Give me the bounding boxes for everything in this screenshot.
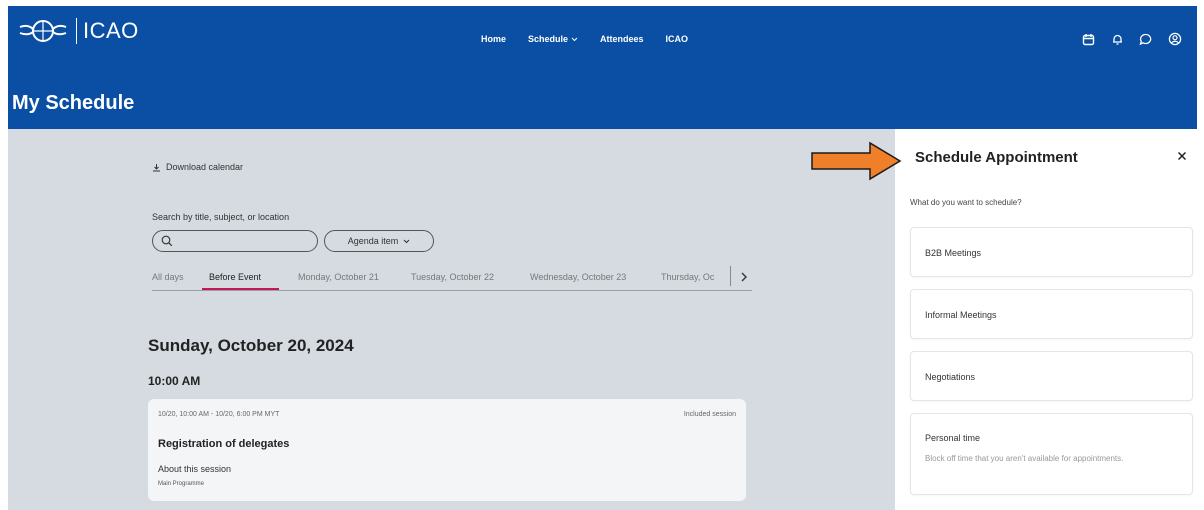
nav-schedule[interactable]: Schedule [528, 34, 578, 44]
close-icon[interactable] [1175, 149, 1189, 163]
tab-wednesday[interactable]: Wednesday, October 23 [530, 272, 626, 282]
day-tabs: All days Before Event Monday, October 21… [152, 266, 752, 291]
tabs-divider [730, 266, 731, 286]
schedule-appointment-panel: Schedule Appointment What do you want to… [895, 129, 1197, 510]
option-label: Negotiations [925, 372, 976, 382]
nav-icao[interactable]: ICAO [666, 34, 689, 44]
page: ICAO Home Schedule Attendees ICAO My Sch… [8, 6, 1197, 510]
option-informal-meetings[interactable]: Informal Meetings [910, 289, 1193, 339]
calendar-icon [1082, 33, 1094, 45]
nav-home[interactable]: Home [481, 34, 506, 44]
option-negotiations[interactable]: Negotiations [910, 351, 1193, 401]
agenda-item-filter[interactable]: Agenda item [324, 230, 434, 252]
nav-attendees[interactable]: Attendees [600, 34, 644, 44]
chevron-right-icon[interactable] [738, 270, 750, 284]
search-input[interactable] [152, 230, 318, 252]
chevron-down-icon [403, 239, 410, 243]
option-description: Block off time that you aren't available… [925, 454, 1124, 463]
tab-all-days[interactable]: All days [152, 272, 184, 282]
icao-emblem-icon [19, 20, 67, 42]
nav-schedule-label: Schedule [528, 34, 569, 44]
session-title: Registration of delegates [158, 438, 290, 450]
search-label: Search by title, subject, or location [152, 212, 290, 222]
date-heading: Sunday, October 20, 2024 [148, 336, 354, 355]
option-label: Informal Meetings [925, 310, 997, 320]
option-personal-time[interactable]: Personal time Block off time that you ar… [910, 413, 1193, 495]
brand-name: ICAO [83, 18, 139, 43]
messages-button[interactable] [1138, 31, 1154, 47]
time-heading: 10:00 AM [148, 374, 201, 388]
session-time: 10/20, 10:00 AM - 10/20, 6:00 PM MYT [158, 411, 280, 418]
option-label: Personal time [925, 433, 981, 443]
session-about: About this session [158, 464, 232, 474]
notifications-button[interactable] [1109, 31, 1125, 47]
main-nav: Home Schedule Attendees ICAO [481, 34, 688, 44]
tab-tuesday[interactable]: Tuesday, October 22 [411, 272, 494, 282]
tab-monday[interactable]: Monday, October 21 [298, 272, 379, 282]
download-calendar-label: Download calendar [166, 162, 244, 172]
account-button[interactable] [1167, 31, 1183, 47]
top-bar: ICAO Home Schedule Attendees ICAO My Sch… [8, 6, 1197, 129]
active-tab-indicator [202, 288, 279, 290]
tab-thursday[interactable]: Thursday, Oc [661, 272, 714, 282]
header-actions [1080, 31, 1183, 47]
calendar-button[interactable] [1080, 31, 1096, 47]
schedule-content: Download calendar Search by title, subje… [8, 129, 895, 510]
brand-logo[interactable]: ICAO [18, 16, 139, 46]
search-icon [161, 235, 173, 247]
option-label: B2B Meetings [925, 248, 982, 258]
session-badge: Included session [683, 411, 736, 418]
session-programme: Main Programme [158, 481, 205, 487]
logo-divider [76, 18, 77, 44]
account-icon [1168, 32, 1182, 46]
panel-question: What do you want to schedule? [910, 198, 1022, 207]
download-calendar-link[interactable]: Download calendar [152, 162, 243, 172]
chevron-down-icon [571, 37, 578, 41]
option-b2b-meetings[interactable]: B2B Meetings [910, 227, 1193, 277]
session-card[interactable]: 10/20, 10:00 AM - 10/20, 6:00 PM MYT Inc… [148, 399, 746, 501]
bell-icon [1112, 34, 1122, 45]
panel-title: Schedule Appointment [915, 149, 1078, 166]
annotation-arrow-icon [811, 141, 902, 181]
chat-icon [1139, 33, 1152, 45]
download-icon [153, 163, 160, 171]
agenda-item-label: Agenda item [347, 236, 399, 246]
page-title: My Schedule [12, 92, 135, 114]
tab-before-event[interactable]: Before Event [209, 272, 261, 282]
